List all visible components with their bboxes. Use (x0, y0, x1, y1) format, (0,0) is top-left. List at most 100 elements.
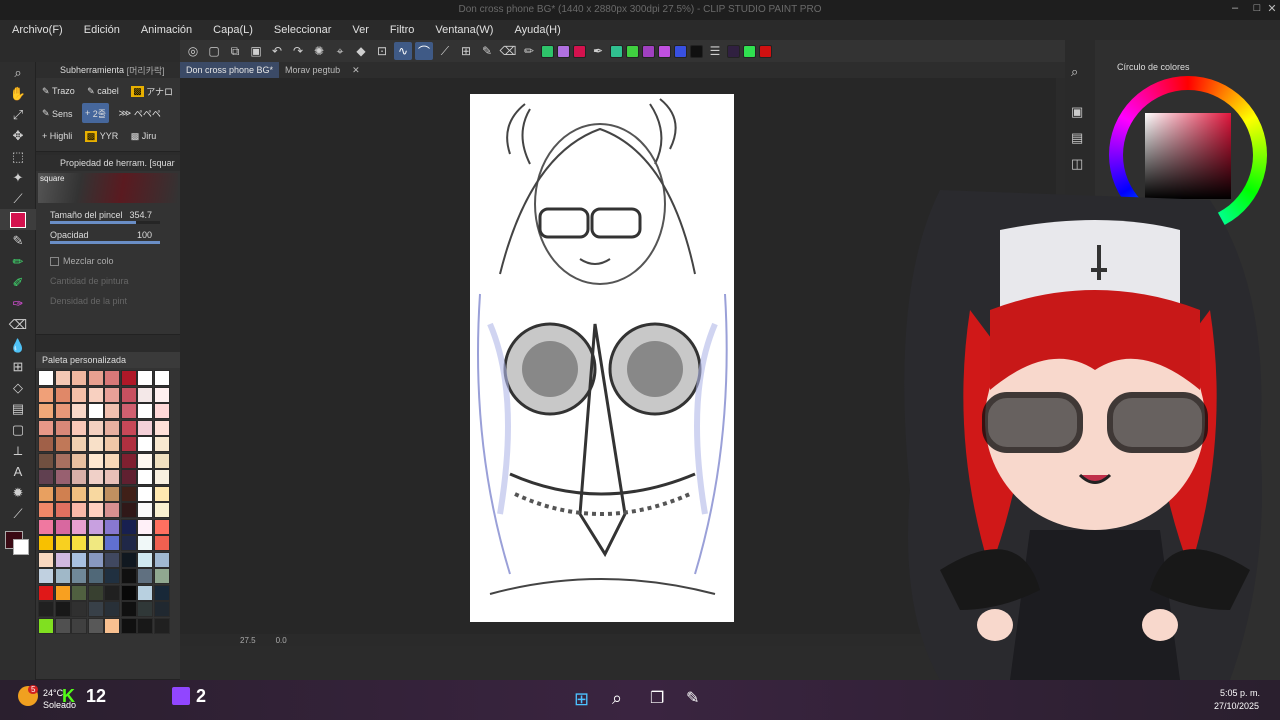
palette-swatch[interactable] (38, 452, 54, 469)
palette-swatch[interactable] (153, 419, 170, 436)
palette-swatch[interactable] (87, 617, 104, 634)
green2-swatch-icon[interactable] (743, 44, 756, 58)
layer-property-icon[interactable]: ◫ (1071, 156, 1089, 172)
menu-view[interactable]: Ver (352, 24, 369, 36)
ink-pen-icon[interactable]: ✒ (589, 42, 607, 60)
palette-swatch[interactable] (104, 551, 120, 568)
new-file-icon[interactable]: ▢ (205, 42, 223, 60)
palette-swatch[interactable] (71, 568, 87, 584)
palette-swatch[interactable] (38, 518, 54, 535)
navigator-icon[interactable]: ⌕ (1071, 64, 1089, 80)
home-icon[interactable]: ◎ (184, 42, 202, 60)
palette-swatch[interactable] (87, 469, 104, 485)
palette-swatch[interactable] (104, 502, 120, 518)
palette-swatch[interactable] (87, 452, 104, 469)
minimize-icon[interactable]: – (1226, 2, 1244, 14)
airbrush-tool-icon[interactable]: ✑ (0, 293, 36, 314)
subtool-yyr[interactable]: ▩ YYR (82, 126, 122, 146)
crop-icon[interactable]: ⊡ (373, 42, 391, 60)
balloon-tool-icon[interactable]: ✹ (0, 482, 36, 503)
subtool-2line[interactable]: + 2줄 (82, 103, 110, 123)
palette-name[interactable]: Paleta personalizada (36, 352, 180, 368)
red-swatch-icon[interactable] (573, 44, 586, 58)
canvas-area[interactable] (180, 78, 1056, 634)
dark-swatch-icon[interactable] (727, 44, 740, 58)
subtool-analog[interactable]: ▩ アナロ (128, 81, 176, 101)
palette-swatch[interactable] (87, 601, 104, 617)
palette-swatch[interactable] (71, 601, 87, 617)
red2-swatch-icon[interactable] (759, 44, 772, 58)
palette-swatch[interactable] (153, 502, 170, 518)
palette-swatch[interactable] (120, 568, 137, 584)
palette-swatch[interactable] (104, 452, 120, 469)
violet-swatch-icon[interactable] (642, 44, 655, 58)
subtool-pepe[interactable]: ⋙ ペペペ (116, 104, 164, 124)
ruler-tool-icon[interactable]: ⟂ (0, 440, 36, 461)
ruler-icon[interactable]: ⟋ (436, 42, 454, 60)
palette-swatch[interactable] (120, 601, 137, 617)
subtool-sens[interactable]: ✎ Sens (39, 104, 76, 124)
palette-swatch[interactable] (104, 518, 120, 535)
palette-swatch[interactable] (137, 518, 153, 535)
menu-help[interactable]: Ayuda(H) (514, 24, 560, 36)
palette-swatch[interactable] (120, 485, 137, 502)
palette-swatch[interactable] (38, 403, 54, 419)
palette-swatch[interactable] (137, 601, 153, 617)
palette-swatch[interactable] (87, 584, 104, 601)
palette-swatch[interactable] (54, 403, 71, 419)
palette-swatch[interactable] (104, 403, 120, 419)
blue-swatch-icon[interactable] (674, 44, 687, 58)
palette-swatch[interactable] (54, 436, 71, 452)
redo-icon[interactable]: ↷ (289, 42, 307, 60)
menu-animation[interactable]: Animación (141, 24, 192, 36)
zoom-value[interactable]: 27.5 (240, 636, 256, 645)
palette-swatch[interactable] (104, 568, 120, 584)
palette-swatch[interactable] (153, 601, 170, 617)
eyedropper-icon[interactable]: ⟋ (0, 188, 36, 209)
palette-swatch[interactable] (71, 485, 87, 502)
brush-tool-icon[interactable]: ✐ (0, 272, 36, 293)
stroke-curve-icon[interactable]: ⌒ (415, 42, 433, 60)
palette-swatch[interactable] (120, 436, 137, 452)
brush-size-slider[interactable]: Tamaño del pincel 354.7 (36, 205, 180, 225)
operation-icon[interactable]: ⤢ (0, 104, 36, 125)
palette-swatch[interactable] (38, 551, 54, 568)
palette-swatch[interactable] (54, 518, 71, 535)
palette-swatch[interactable] (87, 419, 104, 436)
color-swatches-icon[interactable] (0, 524, 36, 564)
lime-swatch-icon[interactable] (626, 44, 639, 58)
palette-swatch[interactable] (153, 617, 170, 634)
palette-swatch[interactable] (104, 436, 120, 452)
palette-swatch[interactable] (104, 469, 120, 485)
gradient-tool-icon[interactable]: ▤ (0, 398, 36, 419)
palette-swatch[interactable] (137, 452, 153, 469)
sparkle-icon[interactable]: ✺ (310, 42, 328, 60)
palette-swatch[interactable] (120, 584, 137, 601)
close-icon[interactable]: ✕ (1263, 2, 1280, 15)
twitch-icon[interactable] (172, 687, 190, 705)
palette-swatch[interactable] (87, 386, 104, 403)
pen-tool-icon[interactable]: ✎ (0, 230, 36, 251)
palette-swatch[interactable] (54, 617, 71, 634)
undo-icon[interactable]: ↶ (268, 42, 286, 60)
palette-swatch[interactable] (137, 568, 153, 584)
palette-swatch[interactable] (153, 584, 170, 601)
palette-swatch[interactable] (54, 370, 71, 386)
palette-swatch[interactable] (38, 584, 54, 601)
palette-swatch[interactable] (54, 551, 71, 568)
palette-swatch[interactable] (137, 502, 153, 518)
eraser-tool-icon[interactable]: ⌫ (0, 314, 36, 335)
palette-swatch[interactable] (71, 370, 87, 386)
kick-icon[interactable]: K (62, 686, 75, 707)
palette-swatch[interactable] (71, 469, 87, 485)
black-swatch-icon[interactable] (690, 44, 703, 58)
green-swatch-icon[interactable] (541, 44, 554, 58)
subtool-cabel[interactable]: ✎ cabel (84, 81, 122, 101)
palette-swatch[interactable] (87, 535, 104, 551)
palette-swatch[interactable] (120, 551, 137, 568)
palette-swatch[interactable] (54, 601, 71, 617)
palette-swatch[interactable] (54, 584, 71, 601)
zoom-icon[interactable]: ⌕ (0, 62, 36, 83)
palette-swatch[interactable] (153, 469, 170, 485)
palette-swatch[interactable] (104, 601, 120, 617)
